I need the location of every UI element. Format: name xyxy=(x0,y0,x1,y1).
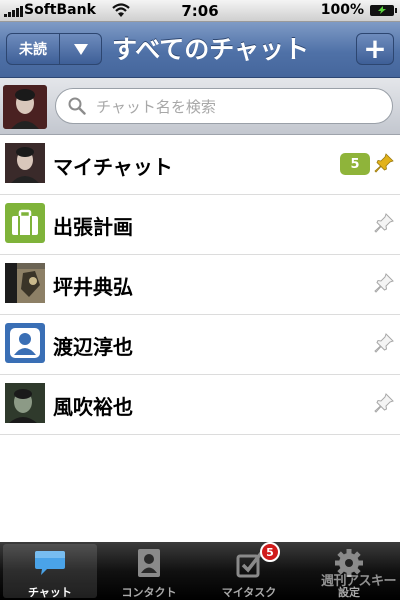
chat-row-business-trip[interactable]: 出張計画 xyxy=(0,195,400,255)
task-count-badge: 5 xyxy=(260,542,280,562)
search-input[interactable] xyxy=(94,93,378,121)
pin-icon[interactable] xyxy=(374,213,394,233)
filter-label: 未読 xyxy=(7,34,60,64)
tab-label: コンタクト xyxy=(121,586,177,599)
chat-row-watanabe[interactable]: 渡辺淳也 xyxy=(0,315,400,375)
chat-list: マイチャット 5 出張計画 坪井典弘 渡辺淳也 風吹裕也 xyxy=(0,135,400,435)
avatar xyxy=(5,383,45,423)
battery-icon xyxy=(370,5,397,16)
search-field[interactable] xyxy=(55,88,393,124)
status-bar: SoftBank 7:06 100% xyxy=(0,0,400,22)
briefcase-group-avatar xyxy=(5,203,45,243)
avatar xyxy=(5,143,45,183)
chat-name: 出張計画 xyxy=(53,215,133,239)
pin-icon[interactable] xyxy=(374,333,394,353)
my-avatar[interactable] xyxy=(3,85,47,129)
chat-bubble-icon xyxy=(35,551,65,575)
page-title: すべてのチャット xyxy=(112,35,310,64)
pin-icon[interactable] xyxy=(374,153,394,173)
search-bar xyxy=(0,78,400,135)
tab-label: マイタスク xyxy=(221,586,277,599)
chat-name: 坪井典弘 xyxy=(53,275,133,299)
filter-selector[interactable]: 未読 xyxy=(6,33,102,65)
contact-icon xyxy=(138,549,160,577)
battery-percent: 100% xyxy=(320,2,364,18)
chat-name: マイチャット xyxy=(53,155,173,179)
chat-row-my-chat[interactable]: マイチャット 5 xyxy=(0,135,400,195)
tab-bar: チャット コンタクト 5 マイタスク 設定 週刊アスキー xyxy=(0,542,400,600)
search-icon xyxy=(68,97,86,115)
person-placeholder-avatar xyxy=(5,323,45,363)
chat-row-fubuki[interactable]: 風吹裕也 xyxy=(0,375,400,435)
pin-icon[interactable] xyxy=(374,273,394,293)
watermark: 週刊アスキー xyxy=(320,574,397,589)
tab-chat[interactable]: チャット xyxy=(3,544,97,599)
tab-my-tasks[interactable]: 5 マイタスク xyxy=(202,542,296,599)
chat-name: 渡辺淳也 xyxy=(53,335,133,359)
unread-count-badge: 5 xyxy=(340,153,370,175)
dropdown-triangle-icon[interactable] xyxy=(60,34,101,64)
tab-label: チャット xyxy=(28,586,72,599)
tab-contact[interactable]: コンタクト xyxy=(102,544,196,599)
pin-icon[interactable] xyxy=(374,393,394,413)
chat-name: 風吹裕也 xyxy=(53,395,133,419)
avatar xyxy=(5,263,45,303)
chat-row-tsuboi[interactable]: 坪井典弘 xyxy=(0,255,400,315)
add-chat-button[interactable]: + xyxy=(356,33,394,65)
navigation-bar: 未読 すべてのチャット + xyxy=(0,22,400,78)
